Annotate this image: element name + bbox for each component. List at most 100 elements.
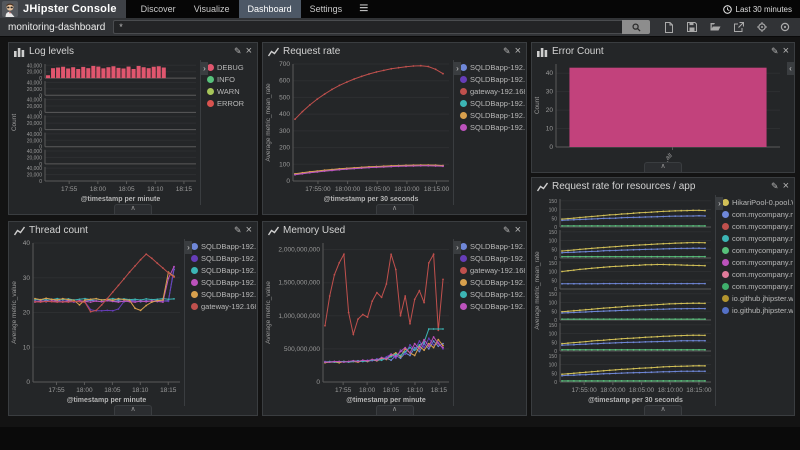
legend-item[interactable]: com.mycompany.myap... xyxy=(722,234,793,243)
panel-collapse-button[interactable]: ∧ xyxy=(114,204,152,214)
svg-text:50: 50 xyxy=(551,247,557,253)
svg-text:Average metric_value: Average metric_value xyxy=(11,281,18,344)
legend-item[interactable]: WARN xyxy=(207,87,256,96)
panel-title: Thread count xyxy=(29,225,230,236)
legend-color-dot xyxy=(460,279,467,286)
panel-collapse-button[interactable]: ∧ xyxy=(376,405,414,415)
legend-toggle-icon[interactable]: › xyxy=(185,241,192,254)
load-dashboard-icon[interactable] xyxy=(710,22,721,32)
edit-panel-icon[interactable]: ✎ xyxy=(771,46,779,57)
svg-text:0: 0 xyxy=(39,179,42,185)
legend-item[interactable]: com.mycompany.myap... xyxy=(722,222,793,231)
refresh-gear-icon[interactable] xyxy=(780,22,790,32)
legend-toggle-icon[interactable]: › xyxy=(454,241,461,254)
remove-panel-icon[interactable]: × xyxy=(515,47,521,56)
remove-panel-icon[interactable]: × xyxy=(246,47,252,56)
panel-collapse-button[interactable]: ∧ xyxy=(376,204,414,214)
legend-color-dot xyxy=(722,211,729,218)
legend-item[interactable]: gateway-192.168.43.8... xyxy=(191,302,256,311)
legend-item[interactable]: io.github.jhipster.web.r... xyxy=(722,294,793,303)
legend-item[interactable]: DEBUG xyxy=(207,63,256,72)
legend-item[interactable]: SQLDBapp-192.168.4... xyxy=(460,242,525,251)
legend-item[interactable]: io.github.jhipster.web.r... xyxy=(722,306,793,315)
legend-item[interactable]: SQLDBapp-192.168.4... xyxy=(460,111,525,120)
legend-label: com.mycompany.myap... xyxy=(732,246,793,255)
options-gear-icon[interactable] xyxy=(757,22,767,32)
edit-panel-icon[interactable]: ✎ xyxy=(503,46,511,57)
legend-item[interactable]: com.mycompany.myap... xyxy=(722,258,793,267)
time-range-picker[interactable]: Last 30 minutes xyxy=(715,0,800,18)
panel-title: Request rate for resources / app xyxy=(552,181,767,192)
legend-label: com.mycompany.myap... xyxy=(732,270,793,279)
legend-toggle-icon[interactable]: ‹ xyxy=(787,62,794,75)
panel-collapse-button[interactable]: ∧ xyxy=(114,405,152,415)
svg-text:100: 100 xyxy=(549,270,558,276)
legend-color-dot xyxy=(191,255,198,262)
save-dashboard-icon[interactable] xyxy=(687,22,697,32)
legend-item[interactable]: com.mycompany.myap... xyxy=(722,282,793,291)
legend-item[interactable]: SQLDBapp-192.168.4... xyxy=(460,63,525,72)
legend-item[interactable]: SQLDBapp-192.168.4... xyxy=(191,254,256,263)
legend-toggle-icon[interactable]: › xyxy=(454,62,461,75)
edit-panel-icon[interactable]: ✎ xyxy=(503,225,511,236)
brand-logo[interactable]: JHipster Console xyxy=(0,0,126,18)
nav-item-visualize[interactable]: Visualize xyxy=(185,0,239,18)
legend-item[interactable]: SQLDBapp-192.168.4... xyxy=(460,75,525,84)
legend-item[interactable]: INFO xyxy=(207,75,256,84)
menu-icon[interactable]: ≡ xyxy=(351,0,376,18)
remove-panel-icon[interactable]: × xyxy=(246,226,252,235)
remove-panel-icon[interactable]: × xyxy=(783,182,789,191)
legend-item[interactable]: gateway-192.168.43.8... xyxy=(460,87,525,96)
svg-text:1,500,000,000: 1,500,000,000 xyxy=(278,280,320,287)
svg-text:@timestamp per minute: @timestamp per minute xyxy=(67,397,147,404)
new-dashboard-icon[interactable] xyxy=(664,22,674,33)
legend-label: INFO xyxy=(217,75,235,84)
legend-toggle-icon[interactable]: › xyxy=(201,62,208,75)
legend-item[interactable]: SQLDBapp-192.168.4... xyxy=(460,99,525,108)
legend-color-dot xyxy=(722,235,729,242)
svg-text:0: 0 xyxy=(26,379,30,386)
legend-item[interactable]: SQLDBapp-192.168.4... xyxy=(191,266,256,275)
legend-item[interactable]: ERROR xyxy=(207,99,256,108)
panel-collapse-button[interactable]: ∧ xyxy=(644,405,682,415)
legend-label: io.github.jhipster.web.r... xyxy=(732,294,793,303)
legend-color-dot xyxy=(722,199,729,206)
legend-item[interactable]: SQLDBapp-192.168.4... xyxy=(460,123,525,132)
nav-item-dashboard[interactable]: Dashboard xyxy=(239,0,301,18)
legend-item[interactable]: SQLDBapp-192.168.4... xyxy=(460,290,525,299)
legend-color-dot xyxy=(460,267,467,274)
edit-panel-icon[interactable]: ✎ xyxy=(234,46,242,57)
panel-collapse-button[interactable]: ∧ xyxy=(644,162,682,172)
panel-title: Log levels xyxy=(29,46,230,57)
edit-panel-icon[interactable]: ✎ xyxy=(771,181,779,192)
svg-text:40: 40 xyxy=(546,70,554,77)
share-dashboard-icon[interactable] xyxy=(734,22,744,32)
search-button[interactable] xyxy=(622,20,650,34)
legend-item[interactable]: com.mycompany.myap... xyxy=(722,270,793,279)
legend-item[interactable]: gateway-192.168.43.8... xyxy=(460,266,525,275)
nav-item-discover[interactable]: Discover xyxy=(132,0,185,18)
svg-text:18:10: 18:10 xyxy=(147,186,164,193)
edit-panel-icon[interactable]: ✎ xyxy=(234,225,242,236)
svg-text:17:55:00: 17:55:00 xyxy=(305,186,331,193)
legend-item[interactable]: SQLDBapp-192.168.4... xyxy=(191,290,256,299)
legend-label: SQLDBapp-192.168.4... xyxy=(470,123,525,132)
legend-item[interactable]: HikariPool-0.pool.Wait xyxy=(722,198,793,207)
legend-label: SQLDBapp-192.168.4... xyxy=(470,111,525,120)
nav-item-settings[interactable]: Settings xyxy=(301,0,352,18)
remove-panel-icon[interactable]: × xyxy=(783,47,789,56)
legend-item[interactable]: com.mycompany.myap... xyxy=(722,246,793,255)
legend-item[interactable]: SQLDBapp-192.168.4... xyxy=(191,278,256,287)
legend-item[interactable]: com.mycompany.myap... xyxy=(722,210,793,219)
svg-text:100: 100 xyxy=(549,239,558,245)
legend-toggle-icon[interactable]: › xyxy=(716,197,723,210)
search-input[interactable] xyxy=(113,20,622,34)
svg-text:17:55: 17:55 xyxy=(61,186,78,193)
legend-item[interactable]: SQLDBapp-192.168.4... xyxy=(191,242,256,251)
remove-panel-icon[interactable]: × xyxy=(515,226,521,235)
svg-text:500,000,000: 500,000,000 xyxy=(284,346,321,353)
legend-item[interactable]: SQLDBapp-192.168.4... xyxy=(460,278,525,287)
legend-item[interactable]: SQLDBapp-192.168.4... xyxy=(460,302,525,311)
legend-item[interactable]: SQLDBapp-192.168.4... xyxy=(460,254,525,263)
bottom-strip xyxy=(0,427,800,450)
